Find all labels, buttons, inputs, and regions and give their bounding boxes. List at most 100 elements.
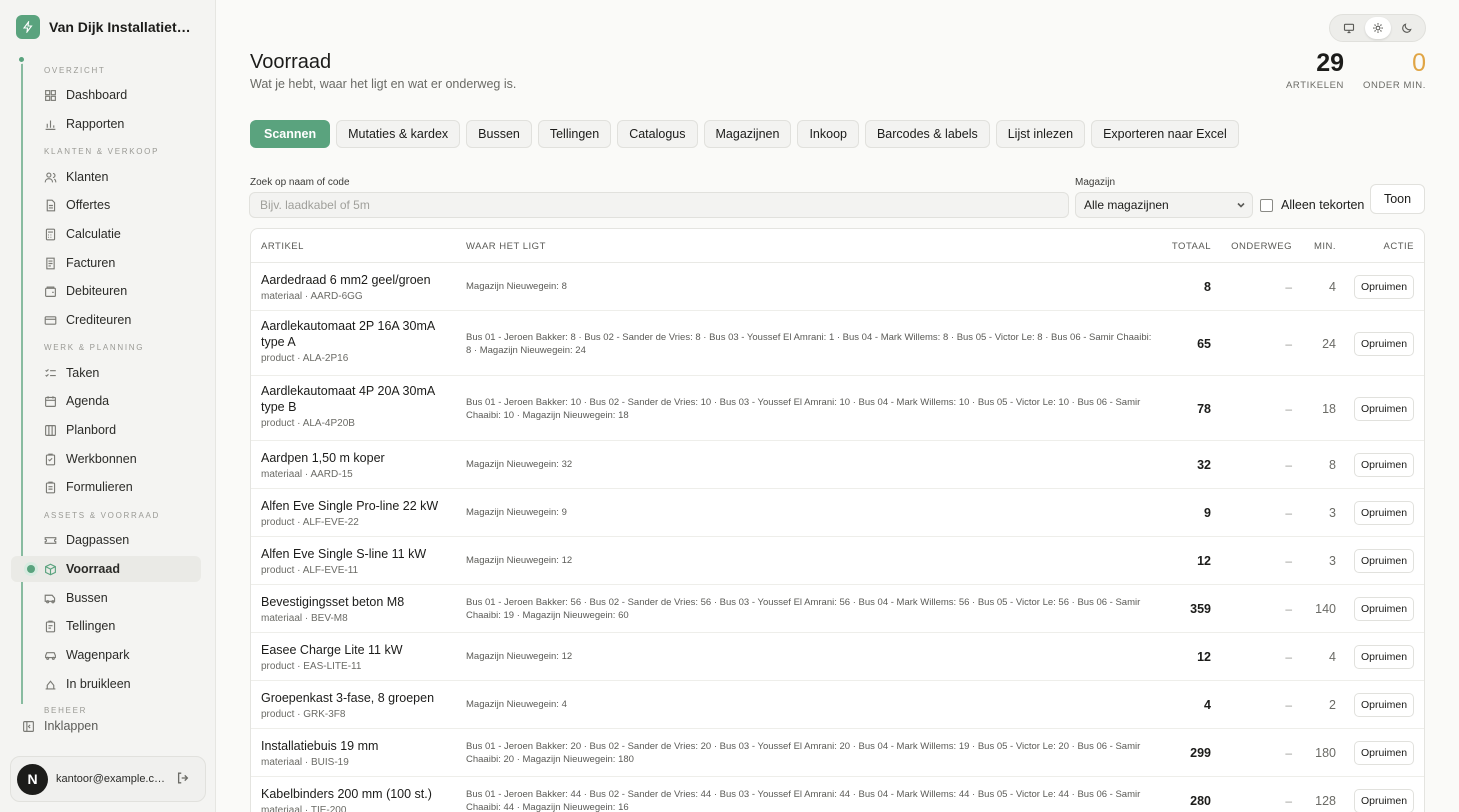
sidebar-item-label: Bussen: [66, 591, 108, 605]
bar-chart-icon: [45, 119, 56, 130]
tab-catalogus[interactable]: Catalogus: [617, 120, 698, 148]
sidebar-item-klanten[interactable]: Klanten: [38, 164, 206, 190]
table-row: Alfen Eve Single Pro-line 22 kW product ·…: [251, 489, 1424, 537]
opruimen-button[interactable]: Opruimen: [1354, 789, 1414, 812]
tab-mutaties[interactable]: Mutaties & kardex: [336, 120, 461, 148]
table-row: Kabelbinders 200 mm (100 st.) materiaal ·…: [251, 777, 1424, 812]
item-min: 3: [1329, 506, 1336, 520]
sidebar: Van Dijk Installatietechniek OVERZICHT D…: [0, 0, 216, 812]
sidebar-item-calculatie[interactable]: Calculatie: [38, 221, 206, 247]
item-total: 280: [1190, 794, 1211, 808]
shortage-checkbox[interactable]: [1260, 198, 1273, 212]
tab-scannen[interactable]: Scannen: [250, 120, 331, 148]
sidebar-item-label: Voorraad: [66, 562, 120, 576]
logout-icon[interactable]: [176, 771, 190, 788]
user-menu[interactable]: N kantoor@example.com: [10, 756, 206, 802]
item-code: product · ALF-EVE-22: [261, 517, 359, 528]
sidebar-item-in-bruikleen[interactable]: In bruikleen: [38, 671, 206, 697]
opruimen-button[interactable]: Opruimen: [1354, 453, 1414, 477]
tab-lijst-inlezen[interactable]: Lijst inlezen: [995, 120, 1086, 148]
main-content: Voorraad Wat je hebt, waar het ligt en w…: [216, 0, 1459, 812]
sidebar-item-facturen[interactable]: Facturen: [38, 250, 206, 276]
item-onderweg: –: [1285, 650, 1292, 664]
column-min: MIN.: [1313, 241, 1336, 252]
item-name-text: Aardlekautomaat 4P 20A 30mA type B: [261, 384, 435, 414]
card-icon: [44, 315, 57, 325]
stat-artikelen: 29 ARTIKELEN: [1286, 50, 1344, 91]
ticket-icon: [44, 536, 57, 544]
lend-icon: [45, 679, 56, 690]
tab-inkoop[interactable]: Inkoop: [797, 120, 859, 148]
item-code: product · GRK-3F8: [261, 709, 346, 720]
item-total: 8: [1204, 280, 1211, 294]
tab-barcodes[interactable]: Barcodes & labels: [864, 120, 990, 148]
collapse-sidebar-button[interactable]: Inklappen: [22, 719, 98, 733]
collapse-label: Inklappen: [44, 719, 99, 733]
brand[interactable]: Van Dijk Installatietechniek: [16, 15, 197, 39]
opruimen-button[interactable]: Opruimen: [1354, 396, 1414, 421]
opruimen-button[interactable]: Opruimen: [1354, 693, 1414, 717]
sidebar-item-debiteuren[interactable]: Debiteuren: [38, 278, 206, 304]
sidebar-item-rapporten[interactable]: Rapporten: [38, 111, 206, 137]
item-location: Magazijn Nieuwegein: 32: [466, 459, 573, 470]
sidebar-item-taken[interactable]: Taken: [38, 360, 206, 386]
nav-timeline: [21, 58, 23, 704]
item-total: 65: [1197, 336, 1211, 351]
warehouse-select[interactable]: Alle magazijnen: [1075, 192, 1253, 218]
sidebar-item-tellingen[interactable]: Tellingen: [38, 613, 206, 639]
opruimen-button[interactable]: Opruimen: [1354, 645, 1414, 669]
warehouse-label: Magazijn: [1075, 177, 1116, 188]
sidebar-item-wagenpark[interactable]: Wagenpark: [38, 642, 206, 668]
item-name: Easee Charge Lite 11 kW product · EAS-LIT…: [261, 642, 451, 675]
shortage-label: Alleen tekorten: [1281, 198, 1365, 212]
sidebar-item-voorraad[interactable]: Voorraad: [11, 556, 201, 582]
tab-exporteren[interactable]: Exporteren naar Excel: [1091, 120, 1239, 148]
search-input[interactable]: [249, 192, 1069, 218]
item-onderweg: –: [1285, 458, 1292, 472]
bolt-icon: [16, 15, 40, 39]
opruimen-button[interactable]: Opruimen: [1354, 275, 1414, 299]
sidebar-item-agenda[interactable]: Agenda: [38, 388, 206, 414]
item-total: 4: [1204, 698, 1211, 712]
item-name: Aardpen 1,50 m koper materiaal · AARD-15: [261, 450, 451, 483]
tab-tellingen[interactable]: Tellingen: [537, 120, 612, 148]
theme-dark-button[interactable]: [1394, 17, 1420, 39]
item-location: Magazijn Nieuwegein: 4: [466, 699, 567, 710]
table-row: Alfen Eve Single S-line 11 kW product · A…: [251, 537, 1424, 585]
sidebar-item-crediteuren[interactable]: Crediteuren: [38, 307, 206, 333]
opruimen-button[interactable]: Opruimen: [1354, 549, 1414, 573]
sidebar-item-werkbonnen[interactable]: Werkbonnen: [38, 446, 206, 472]
box-icon: [45, 563, 56, 575]
sidebar-item-dagpassen[interactable]: Dagpassen: [38, 527, 206, 553]
opruimen-button[interactable]: Opruimen: [1354, 501, 1414, 525]
theme-system-button[interactable]: [1336, 17, 1362, 39]
sidebar-item-formulieren[interactable]: Formulieren: [38, 474, 206, 500]
sidebar-item-offertes[interactable]: Offertes: [38, 192, 206, 218]
stat-label: ARTIKELEN: [1285, 80, 1344, 91]
nav-section-beheer: BEHEER: [44, 706, 88, 715]
opruimen-button[interactable]: Opruimen: [1354, 331, 1414, 356]
item-name-text: Alfen Eve Single Pro-line 22 kW: [261, 499, 439, 513]
monitor-icon: [1343, 23, 1354, 34]
sidebar-item-planbord[interactable]: Planbord: [38, 417, 206, 443]
invoice-icon: [46, 257, 55, 269]
show-button[interactable]: Toon: [1370, 184, 1425, 214]
wallet-icon: [45, 285, 56, 297]
sidebar-item-dashboard[interactable]: Dashboard: [38, 82, 206, 108]
theme-light-button[interactable]: [1364, 17, 1391, 39]
sidebar-item-label: Crediteuren: [66, 313, 132, 327]
sidebar-item-bussen[interactable]: Bussen: [38, 585, 206, 611]
list-check-icon: [45, 368, 56, 377]
item-code: product · ALA-4P20B: [261, 418, 355, 429]
tab-bussen[interactable]: Bussen: [466, 120, 532, 148]
opruimen-button[interactable]: Opruimen: [1354, 597, 1414, 621]
shortage-filter[interactable]: Alleen tekorten: [1260, 198, 1364, 212]
column-actie: ACTIE: [1383, 241, 1414, 252]
item-total: 32: [1197, 458, 1211, 472]
tab-magazijnen[interactable]: Magazijnen: [703, 120, 792, 148]
opruimen-button[interactable]: Opruimen: [1354, 741, 1414, 765]
item-location: Magazijn Nieuwegein: 8: [466, 281, 567, 292]
sidebar-item-label: Rapporten: [66, 117, 125, 131]
table-row: Aardedraad 6 mm2 geel/groen materiaal · A…: [251, 263, 1424, 311]
action-tabs: Scannen Mutaties & kardex Bussen Telling…: [250, 120, 1239, 148]
